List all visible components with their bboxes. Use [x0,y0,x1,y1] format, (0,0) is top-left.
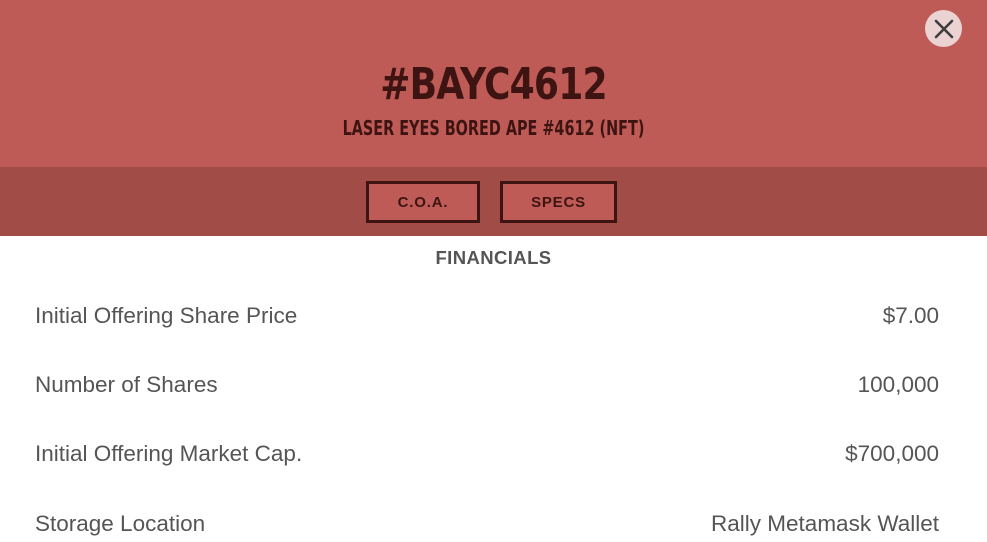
row-label: Storage Location [35,511,206,536]
asset-name-subtitle: LASER EYES BORED APE #4612 (NFT) [342,116,645,140]
financials-heading: FINANCIALS [435,247,552,268]
row-label: Initial Offering Market Cap. [35,441,303,466]
tab-bar: C.O.A. SPECS [0,167,987,236]
asset-ticker-title: #BAYC4612 [380,59,607,110]
financial-row: Storage Location Rally Metamask Wallet [35,508,939,540]
asset-detail-modal: #BAYC4612 LASER EYES BORED APE #4612 (NF… [0,0,987,542]
financial-row: Number of Shares 100,000 [35,369,939,401]
financial-row: Initial Offering Market Cap. $700,000 [35,438,939,470]
row-value: $7.00 [882,303,939,328]
row-label: Number of Shares [35,372,218,397]
close-button[interactable] [925,10,962,47]
row-value: Rally Metamask Wallet [711,511,939,536]
financial-row: Initial Offering Share Price $7.00 [35,300,939,332]
row-value: 100,000 [857,372,939,397]
row-label: Initial Offering Share Price [35,303,298,328]
row-value: $700,000 [845,441,939,466]
tab-specs[interactable]: SPECS [500,181,617,223]
tab-coa[interactable]: C.O.A. [366,181,480,223]
modal-header: #BAYC4612 LASER EYES BORED APE #4612 (NF… [0,0,987,167]
close-icon [934,19,953,38]
